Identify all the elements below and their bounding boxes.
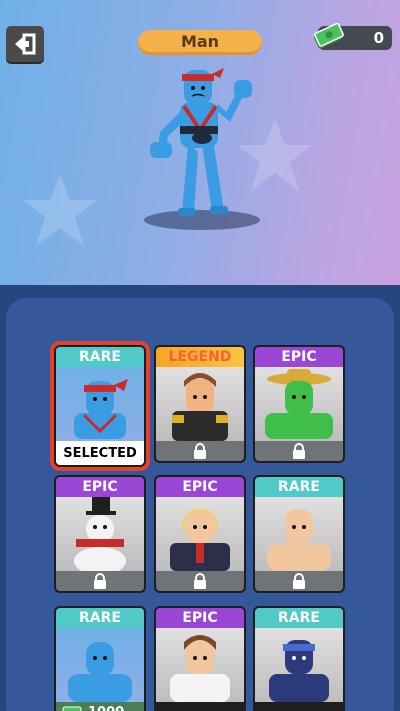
lock-icon [293, 443, 305, 459]
character-preview: Man 0 [0, 0, 400, 285]
character-thumbnail [56, 628, 144, 702]
character-card[interactable]: LEGEND [154, 345, 246, 463]
snowman-character-portrait [74, 497, 126, 575]
character-card[interactable]: RARE SELECTED [50, 341, 150, 471]
rarity-label: RARE [56, 347, 144, 367]
rarity-label: RARE [56, 608, 144, 628]
character-thumbnail [156, 497, 244, 571]
rarity-label: EPIC [56, 477, 144, 497]
cash-icon [62, 706, 82, 711]
rarity-label: EPIC [156, 477, 244, 497]
back-button[interactable] [6, 26, 44, 62]
price-value: 1000 [88, 705, 124, 711]
character-card[interactable]: EPIC [54, 475, 146, 593]
star-decoration-left [22, 174, 98, 246]
character-thumbnail [255, 367, 343, 441]
rarity-label: RARE [255, 477, 343, 497]
locked-footer [156, 571, 244, 591]
blonde-character-portrait [170, 509, 230, 571]
character-thumbnail [156, 628, 244, 702]
cash-value: 0 [373, 29, 384, 47]
legend-character-portrait [172, 373, 228, 441]
dark-ninja-portrait [269, 640, 329, 702]
character-thumbnail [56, 497, 144, 575]
locked-footer [156, 441, 244, 461]
character-card[interactable]: EPIC [154, 475, 246, 593]
bald-character-portrait [267, 509, 331, 571]
character-card[interactable]: EPIC [154, 606, 246, 711]
character-thumbnail [56, 367, 144, 441]
currency-counter: 0 [314, 22, 392, 50]
blue-ninja-portrait [74, 379, 128, 439]
character-card[interactable]: EPIC [253, 345, 345, 463]
character-thumbnail [156, 367, 244, 441]
locked-footer [56, 571, 144, 591]
character-thumbnail [255, 628, 343, 702]
rarity-label: EPIC [156, 608, 244, 628]
selected-label: SELECTED [56, 441, 144, 465]
lock-icon [94, 573, 106, 589]
price-footer: 1000 [56, 702, 144, 711]
rarity-label: EPIC [255, 347, 343, 367]
character-name: Man [138, 30, 262, 55]
cactus-character-portrait [265, 369, 333, 439]
rarity-label: RARE [255, 608, 343, 628]
exit-icon [15, 33, 36, 55]
locked-footer [255, 441, 343, 461]
locked-footer [255, 571, 343, 591]
lock-icon [194, 573, 206, 589]
character-card[interactable]: RARE 1000 [54, 606, 146, 711]
character-card[interactable]: RARE [253, 475, 345, 593]
rarity-label: LEGEND [156, 347, 244, 367]
character-card[interactable]: RARE [253, 606, 345, 711]
lock-icon [293, 573, 305, 589]
brown-hair-character-portrait [170, 635, 230, 702]
blue-brawler-portrait [68, 642, 132, 702]
character-thumbnail [255, 497, 343, 571]
lock-icon [194, 443, 206, 459]
character-model [144, 68, 260, 230]
cash-icon [314, 22, 344, 49]
